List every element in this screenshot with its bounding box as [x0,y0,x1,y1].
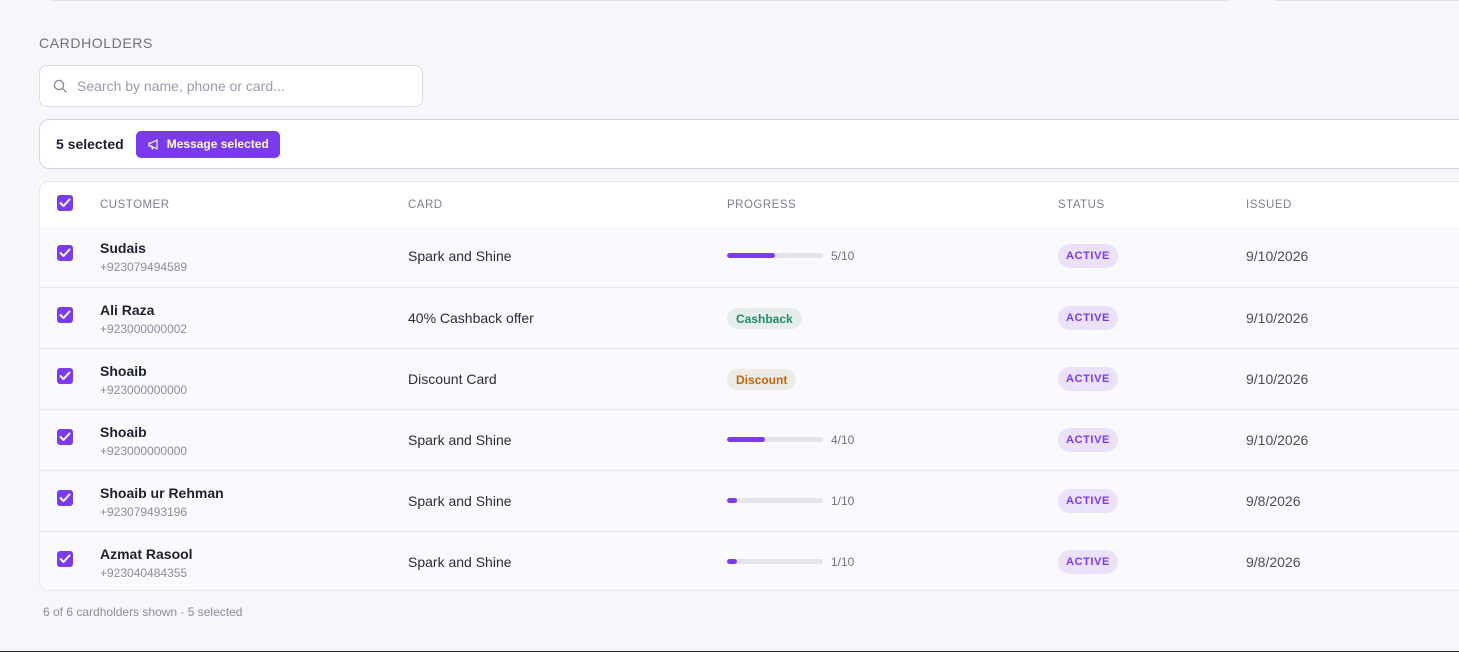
select-all-checkbox[interactable] [57,195,73,211]
customer-phone: +923000000002 [100,322,188,336]
card-name: Discount Card [408,371,497,387]
customer-phone: +923000000000 [100,383,188,397]
progress-bar [727,559,823,564]
progress-fill [727,437,766,442]
table-row[interactable]: Shoaib +923000000000 Spark and Shine 4/10 AC… [40,409,1459,470]
section-title: CARDHOLDERS [39,35,153,51]
top-divider [50,0,1230,1]
row-checkbox[interactable] [57,307,73,323]
status-badge: ACTIVE [1058,489,1118,513]
status-badge: ACTIVE [1058,244,1118,268]
customer-phone: +923040484355 [100,566,188,580]
customer-phone: +923000000000 [100,444,188,458]
progress-label: 5/10 [831,249,855,263]
search-icon [53,79,67,93]
table-row[interactable]: Sudais +923079494589 Spark and Shine 5/10 AC… [40,226,1459,287]
customer-name: Shoaib ur Rehman [100,485,224,501]
check-icon [59,248,71,257]
customer-name: Azmat Rasool [100,546,193,562]
search-placeholder: Search by name, phone or card... [77,78,285,94]
row-checkbox[interactable] [57,551,73,567]
table-header: CUSTOMER CARD PROGRESS STATUS ISSUED [40,182,1459,226]
check-icon [59,310,71,319]
table-row[interactable]: Ali Raza +923000000002 40% Cashback offer C… [40,287,1459,348]
customer-name: Shoaib [100,363,147,379]
top-divider-right [1275,0,1459,1]
row-checkbox[interactable] [57,490,73,506]
table-row[interactable]: Azmat Rasool +923040484355 Spark and Shine… [40,531,1459,590]
row-checkbox[interactable] [57,429,73,445]
status-badge: ACTIVE [1058,428,1118,452]
customer-name: Ali Raza [100,302,155,318]
table-footer-summary: 6 of 6 cardholders shown · 5 selected [43,605,243,619]
issued-date: 9/8/2026 [1246,554,1301,570]
status-badge: ACTIVE [1058,367,1118,391]
progress-fill [727,498,737,503]
card-name: Spark and Shine [408,248,512,264]
progress-tag: Discount [727,369,797,390]
check-icon [59,198,71,207]
header-customer[interactable]: CUSTOMER [100,199,170,211]
header-card[interactable]: CARD [408,199,443,211]
message-selected-label: Message selected [166,137,269,151]
message-selected-button[interactable]: Message selected [135,130,280,158]
progress-bar [727,253,823,258]
selected-count: 5 selected [56,136,124,152]
progress-fill [727,559,737,564]
check-icon [59,493,71,502]
header-progress[interactable]: PROGRESS [727,199,796,211]
issued-date: 9/10/2026 [1246,248,1309,264]
issued-date: 9/10/2026 [1246,310,1309,326]
card-name: Spark and Shine [408,432,512,448]
header-status[interactable]: STATUS [1058,199,1105,211]
table-row[interactable]: Shoaib ur Rehman +923079493196 Spark and S… [40,470,1459,531]
check-icon [59,432,71,441]
cardholders-page: CARDHOLDERS Search by name, phone or car… [0,0,1459,652]
card-name: Spark and Shine [408,554,512,570]
search-input[interactable]: Search by name, phone or card... [39,65,423,107]
row-checkbox[interactable] [57,368,73,384]
status-badge: ACTIVE [1058,306,1118,330]
progress-bar [727,437,823,442]
customer-name: Sudais [100,240,146,256]
customer-phone: +923079493196 [100,505,188,519]
issued-date: 9/10/2026 [1246,432,1309,448]
selection-bar: 5 selected Message selected [39,119,1459,169]
status-badge: ACTIVE [1058,550,1118,574]
progress-label: 1/10 [831,555,855,569]
table-row[interactable]: Shoaib +923000000000 Discount Card Discount… [40,348,1459,409]
check-icon [59,554,71,563]
card-name: 40% Cashback offer [408,310,534,326]
card-name: Spark and Shine [408,493,512,509]
issued-date: 9/8/2026 [1246,493,1301,509]
row-checkbox[interactable] [57,245,73,261]
customer-name: Shoaib [100,424,147,440]
check-icon [59,371,71,380]
customer-phone: +923079494589 [100,260,188,274]
progress-label: 4/10 [831,433,855,447]
progress-tag: Cashback [727,308,802,329]
progress-bar [727,498,823,503]
progress-fill [727,253,775,258]
cardholders-table: CUSTOMER CARD PROGRESS STATUS ISSUED Sud… [39,181,1459,591]
progress-label: 1/10 [831,494,855,508]
megaphone-icon [148,138,160,150]
header-issued[interactable]: ISSUED [1246,199,1292,211]
issued-date: 9/10/2026 [1246,371,1309,387]
